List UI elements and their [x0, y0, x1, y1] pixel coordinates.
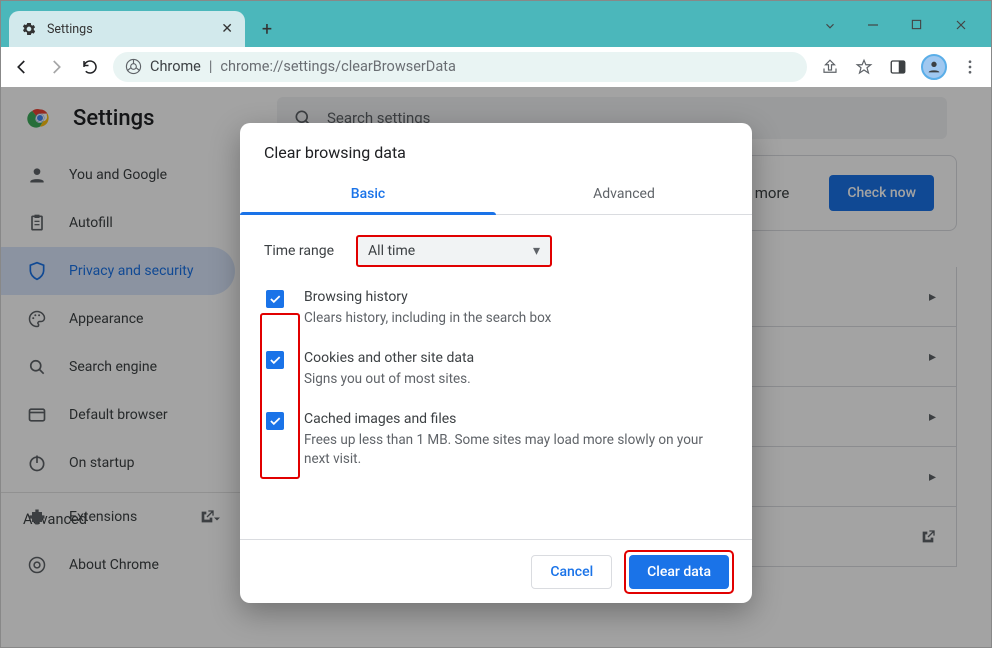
profile-avatar[interactable] [921, 54, 947, 80]
share-icon[interactable] [819, 56, 841, 78]
time-range-value: All time [368, 243, 415, 259]
option-cached[interactable]: Cached images and files Frees up less tha… [264, 411, 728, 469]
url-prefix: Chrome [150, 58, 201, 75]
option-desc: Signs you out of most sites. [304, 370, 474, 389]
settings-page: Settings Search settings You and Google … [1, 87, 991, 647]
reload-button[interactable] [79, 56, 101, 78]
close-window-icon[interactable] [955, 19, 973, 33]
clear-browsing-data-dialog: Clear browsing data Basic Advanced Time … [240, 123, 752, 603]
option-browsing-history[interactable]: Browsing history Clears history, includin… [264, 289, 728, 328]
tab-title: Settings [47, 22, 211, 37]
dialog-body: Time range All time ▾ Browsing history Cl… [240, 215, 752, 539]
omnibox[interactable]: Chrome | chrome://settings/clearBrowserD… [113, 52, 807, 82]
option-desc: Clears history, including in the search … [304, 309, 551, 328]
dialog-actions: Cancel Clear data [240, 539, 752, 603]
browser-tab[interactable]: Settings ✕ [9, 11, 245, 47]
close-tab-icon[interactable]: ✕ [221, 21, 233, 37]
minimize-icon[interactable] [867, 19, 885, 33]
side-panel-icon[interactable] [887, 56, 909, 78]
dialog-title: Clear browsing data [240, 123, 752, 174]
dropdown-triangle-icon: ▾ [533, 243, 540, 259]
time-range-label: Time range [264, 243, 334, 259]
tab-basic[interactable]: Basic [240, 174, 496, 214]
highlight-box-clear: Clear data [624, 550, 734, 594]
dialog-tabs: Basic Advanced [240, 174, 752, 215]
maximize-icon[interactable] [911, 19, 929, 33]
option-desc: Frees up less than 1 MB. Some sites may … [304, 431, 714, 469]
chevron-down-icon[interactable] [823, 19, 841, 33]
gear-icon [21, 21, 37, 37]
tab-advanced[interactable]: Advanced [496, 174, 752, 214]
modal-overlay: Clear browsing data Basic Advanced Time … [1, 87, 991, 647]
url-bar: Chrome | chrome://settings/clearBrowserD… [1, 47, 991, 87]
highlight-box-checkboxes [260, 313, 300, 479]
bookmark-star-icon[interactable] [853, 56, 875, 78]
forward-button[interactable] [45, 56, 67, 78]
window-titlebar: Settings ✕ + [1, 1, 991, 47]
chrome-icon [125, 58, 142, 75]
back-button[interactable] [11, 56, 33, 78]
url-text: chrome://settings/clearBrowserData [220, 58, 455, 75]
option-title: Cookies and other site data [304, 350, 474, 366]
option-title: Browsing history [304, 289, 551, 305]
kebab-menu-icon[interactable] [959, 56, 981, 78]
clear-data-button[interactable]: Clear data [629, 555, 729, 589]
option-title: Cached images and files [304, 411, 714, 427]
cancel-button[interactable]: Cancel [531, 555, 612, 589]
checkbox-checked[interactable] [266, 290, 284, 308]
new-tab-button[interactable]: + [253, 15, 281, 43]
option-cookies[interactable]: Cookies and other site data Signs you out… [264, 350, 728, 389]
time-range-select[interactable]: All time ▾ [356, 235, 552, 267]
window-controls [823, 19, 991, 47]
